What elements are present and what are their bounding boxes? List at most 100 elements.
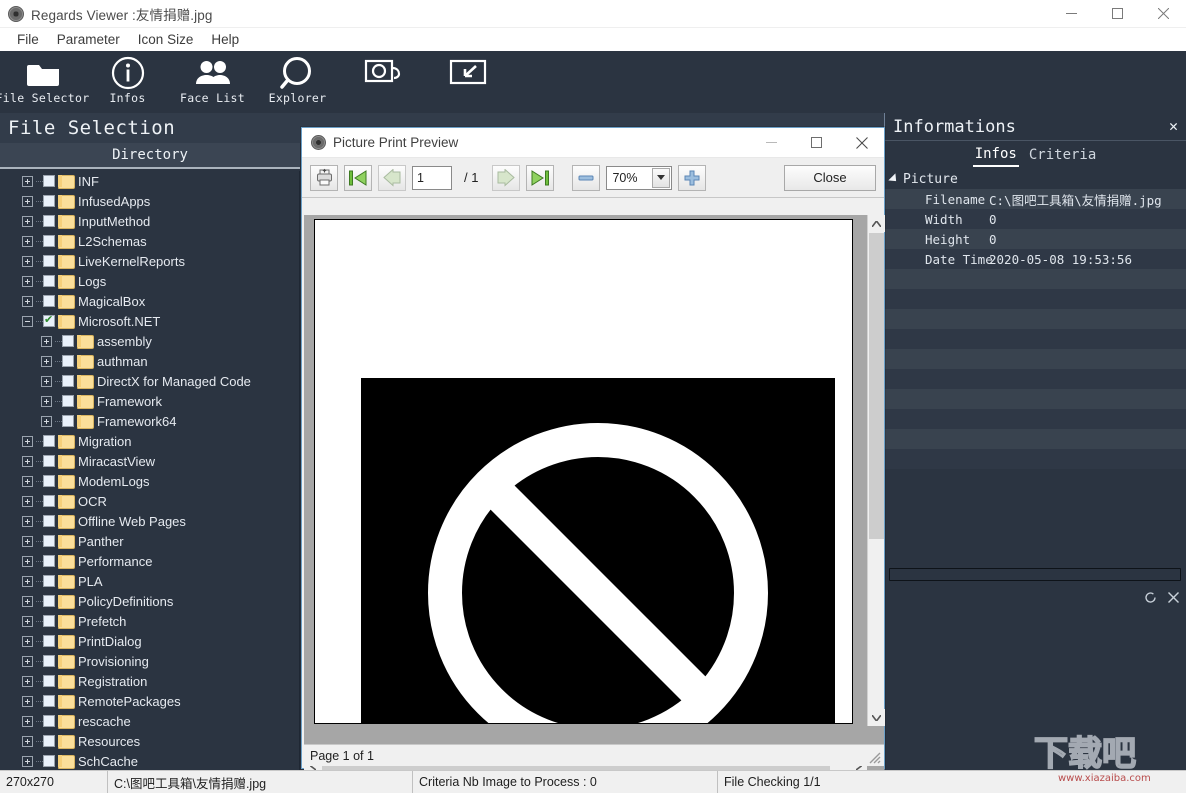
tree-item-checkbox[interactable] bbox=[43, 315, 55, 327]
print-button[interactable] bbox=[310, 165, 338, 191]
tree-item[interactable]: PrintDialog bbox=[0, 631, 299, 651]
directory-tree[interactable]: INFInfusedAppsInputMethodL2SchemasLiveKe… bbox=[0, 171, 300, 770]
close-button[interactable]: Close bbox=[784, 165, 876, 191]
tree-item-checkbox[interactable] bbox=[43, 435, 55, 447]
tree-item-checkbox[interactable] bbox=[43, 255, 55, 267]
tree-item[interactable]: Microsoft.NET bbox=[0, 311, 299, 331]
tree-item[interactable]: Framework64 bbox=[0, 411, 299, 431]
expand-plus-icon[interactable] bbox=[22, 756, 33, 767]
tree-item-checkbox[interactable] bbox=[62, 415, 74, 427]
tree-item[interactable]: authman bbox=[0, 351, 299, 371]
tree-item-checkbox[interactable] bbox=[43, 475, 55, 487]
tree-item-checkbox[interactable] bbox=[43, 275, 55, 287]
print-preview-close-icon[interactable] bbox=[839, 128, 884, 158]
expand-plus-icon[interactable] bbox=[41, 396, 52, 407]
tree-item-checkbox[interactable] bbox=[43, 535, 55, 547]
tree-item-checkbox[interactable] bbox=[43, 175, 55, 187]
tree-item-checkbox[interactable] bbox=[62, 395, 74, 407]
tree-item-checkbox[interactable] bbox=[43, 715, 55, 727]
tree-item[interactable]: assembly bbox=[0, 331, 299, 351]
tree-item[interactable]: PolicyDefinitions bbox=[0, 591, 299, 611]
toolbar-face-list[interactable]: Face List bbox=[170, 51, 255, 113]
expand-plus-icon[interactable] bbox=[22, 556, 33, 567]
tree-item[interactable]: rescache bbox=[0, 711, 299, 731]
resize-grip[interactable] bbox=[867, 750, 881, 764]
tree-item[interactable]: Offline Web Pages bbox=[0, 511, 299, 531]
collapse-minus-icon[interactable] bbox=[22, 316, 33, 327]
tree-item-checkbox[interactable] bbox=[62, 375, 74, 387]
expand-plus-icon[interactable] bbox=[22, 536, 33, 547]
expand-plus-icon[interactable] bbox=[22, 216, 33, 227]
menu-parameter[interactable]: Parameter bbox=[48, 30, 129, 49]
scroll-down-arrow-icon[interactable] bbox=[868, 709, 885, 726]
expand-plus-icon[interactable] bbox=[22, 576, 33, 587]
tree-item-checkbox[interactable] bbox=[43, 575, 55, 587]
menu-icon-size[interactable]: Icon Size bbox=[129, 30, 203, 49]
zoom-in-button[interactable] bbox=[678, 165, 706, 191]
tree-item-checkbox[interactable] bbox=[43, 495, 55, 507]
toolbar-infos[interactable]: Infos bbox=[85, 51, 170, 113]
preview-vertical-scrollbar[interactable] bbox=[867, 215, 884, 726]
minimize-icon[interactable] bbox=[1048, 0, 1094, 28]
expand-plus-icon[interactable] bbox=[22, 276, 33, 287]
tree-item[interactable]: Prefetch bbox=[0, 611, 299, 631]
tab-infos[interactable]: Infos bbox=[973, 144, 1019, 167]
toolbar-export[interactable] bbox=[425, 51, 510, 113]
menu-file[interactable]: File bbox=[8, 30, 48, 49]
next-page-button[interactable] bbox=[492, 165, 520, 191]
tree-item-checkbox[interactable] bbox=[43, 755, 55, 767]
tree-item-checkbox[interactable] bbox=[62, 335, 74, 347]
menu-help[interactable]: Help bbox=[202, 30, 248, 49]
page-number-input[interactable]: 1 bbox=[412, 166, 452, 190]
tree-item[interactable]: INF bbox=[0, 171, 299, 191]
expand-plus-icon[interactable] bbox=[22, 696, 33, 707]
expand-plus-icon[interactable] bbox=[22, 236, 33, 247]
expand-plus-icon[interactable] bbox=[22, 176, 33, 187]
tree-item[interactable]: Performance bbox=[0, 551, 299, 571]
expand-plus-icon[interactable] bbox=[41, 356, 52, 367]
informations-close-icon[interactable]: ✕ bbox=[1169, 119, 1178, 134]
tree-item-checkbox[interactable] bbox=[43, 215, 55, 227]
tree-item-checkbox[interactable] bbox=[43, 295, 55, 307]
tree-item-checkbox[interactable] bbox=[43, 555, 55, 567]
zoom-out-button[interactable] bbox=[572, 165, 600, 191]
tree-item[interactable]: Panther bbox=[0, 531, 299, 551]
tree-item[interactable]: Registration bbox=[0, 671, 299, 691]
tree-item-checkbox[interactable] bbox=[43, 655, 55, 667]
expand-plus-icon[interactable] bbox=[22, 296, 33, 307]
expand-plus-icon[interactable] bbox=[22, 516, 33, 527]
last-page-button[interactable] bbox=[526, 165, 554, 191]
expand-plus-icon[interactable] bbox=[41, 416, 52, 427]
print-preview-maximize-icon[interactable] bbox=[794, 128, 839, 158]
scroll-up-arrow-icon[interactable] bbox=[868, 215, 885, 232]
informations-horizontal-scrollbar[interactable] bbox=[889, 568, 1181, 581]
tree-item-checkbox[interactable] bbox=[43, 675, 55, 687]
tree-item[interactable]: Logs bbox=[0, 271, 299, 291]
tree-item-checkbox[interactable] bbox=[43, 515, 55, 527]
informations-group-picture[interactable]: Picture bbox=[885, 169, 1186, 189]
tree-item[interactable]: MiracastView bbox=[0, 451, 299, 471]
tree-item[interactable]: LiveKernelReports bbox=[0, 251, 299, 271]
previous-page-button[interactable] bbox=[378, 165, 406, 191]
expand-plus-icon[interactable] bbox=[22, 476, 33, 487]
tree-item-checkbox[interactable] bbox=[43, 455, 55, 467]
toolbar-camera[interactable] bbox=[340, 51, 425, 113]
tree-item-checkbox[interactable] bbox=[43, 595, 55, 607]
tree-item[interactable]: PLA bbox=[0, 571, 299, 591]
maximize-icon[interactable] bbox=[1094, 0, 1140, 28]
close-icon[interactable] bbox=[1167, 591, 1180, 607]
chevron-down-icon[interactable] bbox=[652, 168, 670, 188]
tree-item[interactable]: RemotePackages bbox=[0, 691, 299, 711]
expand-plus-icon[interactable] bbox=[41, 336, 52, 347]
tree-item[interactable]: InfusedApps bbox=[0, 191, 299, 211]
tree-item[interactable]: Framework bbox=[0, 391, 299, 411]
expand-plus-icon[interactable] bbox=[22, 456, 33, 467]
first-page-button[interactable] bbox=[344, 165, 372, 191]
tree-item[interactable]: ModemLogs bbox=[0, 471, 299, 491]
tree-item[interactable]: Resources bbox=[0, 731, 299, 751]
preview-vscroll-thumb[interactable] bbox=[869, 233, 884, 539]
tree-item-checkbox[interactable] bbox=[43, 695, 55, 707]
print-preview-minimize-icon[interactable] bbox=[749, 128, 794, 158]
tree-item-checkbox[interactable] bbox=[43, 735, 55, 747]
tree-item-checkbox[interactable] bbox=[43, 195, 55, 207]
